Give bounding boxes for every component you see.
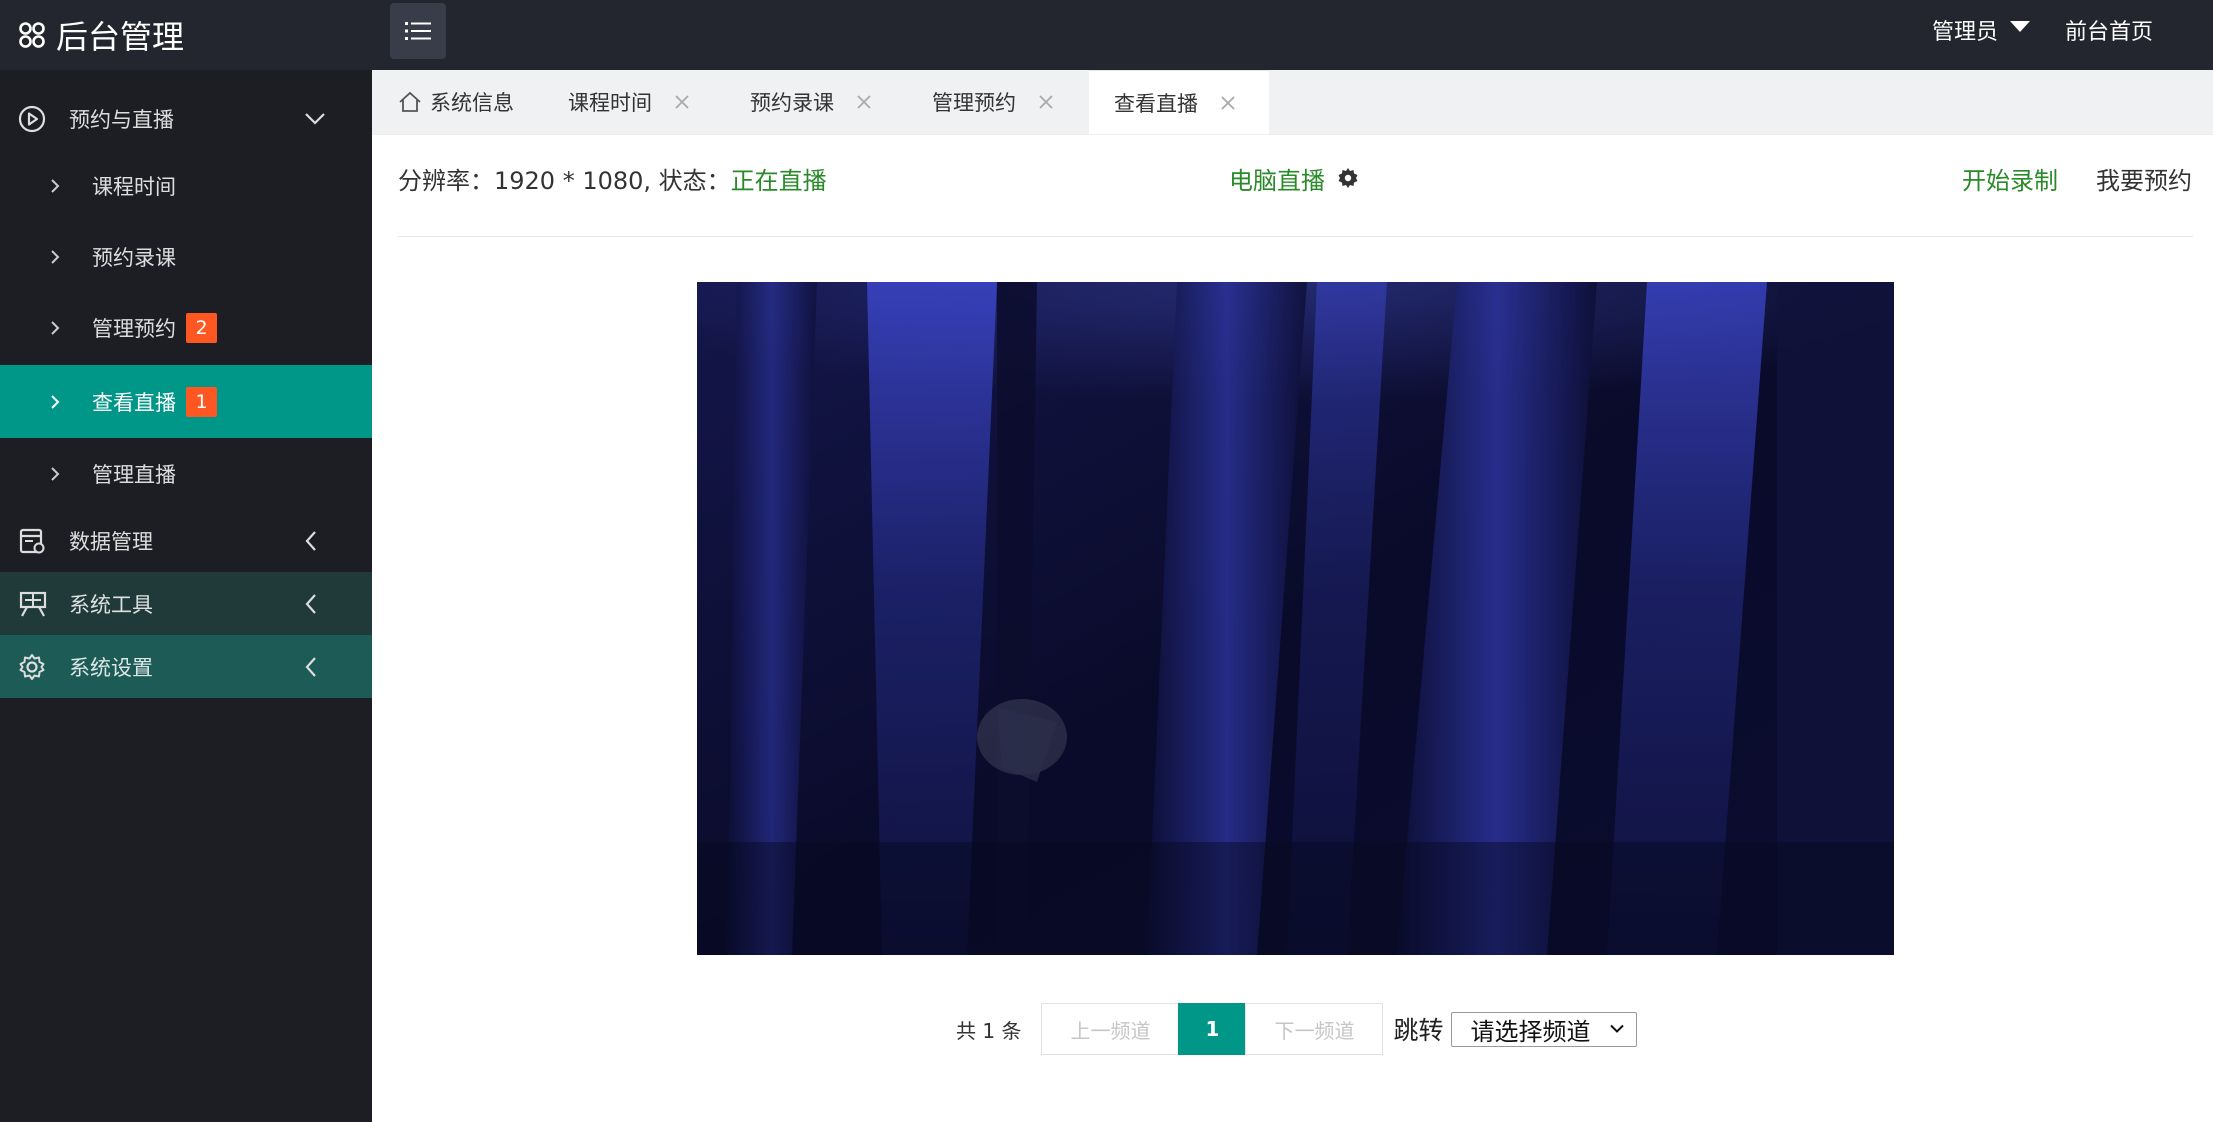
resolution-text: 分辨率：1920 * 1080, 状态： xyxy=(398,166,731,195)
play-circle-icon xyxy=(18,105,46,132)
live-status: 正在直播 xyxy=(730,166,827,195)
pc-live-button[interactable]: 电脑直播 xyxy=(1229,155,1359,201)
sidebar-group-label: 系统设置 xyxy=(69,655,153,680)
sidebar-group-label: 预约与直播 xyxy=(69,107,174,132)
admin-menu[interactable]: 管理员 xyxy=(1932,0,2031,60)
tab-bar: 系统信息 课程时间 预约录课 管理预约 查看直播 xyxy=(372,70,2213,134)
chevron-left-icon xyxy=(305,530,316,551)
chevron-right-icon xyxy=(51,466,60,481)
gear-icon[interactable] xyxy=(1337,167,1359,189)
channel-pager: 共 1 条 上一频道 1 下一频道 跳转 请选择频道 xyxy=(956,1003,1638,1055)
chevron-right-icon xyxy=(51,320,60,335)
divider xyxy=(398,236,2193,237)
sidebar-item-book-record[interactable]: 预约录课 xyxy=(0,221,372,292)
close-icon[interactable] xyxy=(856,94,872,110)
chevron-right-icon xyxy=(51,249,60,264)
chevron-down-icon xyxy=(1610,1024,1625,1033)
tab-divider xyxy=(372,134,2213,135)
app-logo[interactable]: 后台管理 xyxy=(18,0,184,70)
top-header: 后台管理 管理员 前台首页 xyxy=(0,0,2213,70)
start-record-button[interactable]: 开始录制 xyxy=(1962,155,2058,201)
prev-channel-label: 上一频道 xyxy=(1070,1018,1151,1043)
chevron-left-icon xyxy=(305,656,316,677)
sidebar-item-label: 预约录课 xyxy=(92,245,176,270)
total-count: 共 1 条 xyxy=(956,1018,1022,1043)
sidebar-item-manage-live[interactable]: 管理直播 xyxy=(0,438,372,509)
sidebar-item-label: 课程时间 xyxy=(92,174,176,199)
tab-label: 查看直播 xyxy=(1114,91,1198,116)
tab-system-info[interactable]: 系统信息 xyxy=(398,70,514,134)
frontend-home-link[interactable]: 前台首页 xyxy=(2065,0,2153,60)
count-badge: 2 xyxy=(186,312,217,343)
sidebar-group-tools[interactable]: 系统工具 xyxy=(0,572,372,635)
chevron-right-icon xyxy=(51,178,60,193)
sidebar-item-label: 查看直播 xyxy=(92,390,176,415)
live-video-player[interactable] xyxy=(697,282,1894,955)
pc-live-label: 电脑直播 xyxy=(1229,166,1325,195)
gear-icon xyxy=(19,653,45,680)
home-icon xyxy=(399,91,421,112)
prev-channel-button[interactable]: 上一频道 xyxy=(1041,1003,1180,1055)
app-title: 后台管理 xyxy=(56,18,185,56)
list-icon xyxy=(405,22,431,40)
caret-down-icon xyxy=(2010,20,2031,32)
close-icon[interactable] xyxy=(674,94,690,110)
channel-select-value: 请选择频道 xyxy=(1470,1017,1591,1046)
admin-label: 管理员 xyxy=(1932,20,1999,45)
tab-label: 系统信息 xyxy=(430,91,514,115)
tab-label: 管理预约 xyxy=(932,91,1016,115)
data-icon xyxy=(19,528,45,553)
close-icon[interactable] xyxy=(1038,94,1054,110)
next-channel-label: 下一频道 xyxy=(1274,1018,1355,1043)
start-record-label: 开始录制 xyxy=(1962,166,2058,195)
book-label: 我要预约 xyxy=(2096,166,2192,195)
sidebar-group-settings[interactable]: 系统设置 xyxy=(0,635,372,698)
logo-icon xyxy=(19,22,45,48)
sidebar-group-label: 数据管理 xyxy=(69,529,153,554)
live-status-bar: 分辨率：1920 * 1080, 状态： 正在直播 xyxy=(398,155,827,201)
tab-view-live[interactable]: 查看直播 xyxy=(1089,70,1269,134)
chevron-left-icon xyxy=(305,593,316,614)
sidebar: 预约与直播 课程时间 预约录课 管理预约 2 查看直播 1 管理直播 数据管理 xyxy=(0,70,372,1122)
sidebar-item-label: 管理预约 xyxy=(92,316,176,341)
sidebar-item-course-time[interactable]: 课程时间 xyxy=(0,150,372,221)
tab-label: 预约录课 xyxy=(750,91,834,115)
sidebar-item-view-live[interactable]: 查看直播 1 xyxy=(0,365,372,438)
tab-book-record[interactable]: 预约录课 xyxy=(750,70,872,134)
sidebar-group-label: 系统工具 xyxy=(69,592,153,617)
frontend-home-label: 前台首页 xyxy=(2065,20,2154,45)
tab-course-time[interactable]: 课程时间 xyxy=(568,70,690,134)
next-channel-button[interactable]: 下一频道 xyxy=(1245,1003,1384,1055)
sidebar-group-live[interactable]: 预约与直播 xyxy=(0,87,372,150)
menu-toggle-button[interactable] xyxy=(390,3,446,59)
chevron-right-icon xyxy=(51,394,60,409)
sidebar-item-manage-booking[interactable]: 管理预约 2 xyxy=(0,292,372,363)
close-icon[interactable] xyxy=(1220,95,1236,111)
tab-manage-booking[interactable]: 管理预约 xyxy=(932,70,1054,134)
tools-icon xyxy=(19,591,47,617)
sidebar-group-data[interactable]: 数据管理 xyxy=(0,509,372,572)
jump-label: 跳转 xyxy=(1393,1016,1444,1045)
count-badge: 1 xyxy=(186,386,217,417)
channel-select[interactable]: 请选择频道 xyxy=(1451,1011,1638,1047)
live-video-frame xyxy=(697,282,1894,955)
chevron-down-icon xyxy=(305,112,325,125)
sidebar-item-label: 管理直播 xyxy=(92,462,176,487)
current-page-button[interactable]: 1 xyxy=(1178,1003,1247,1055)
current-page-label: 1 xyxy=(1205,1017,1220,1041)
book-button[interactable]: 我要预约 xyxy=(2096,155,2192,201)
tab-label: 课程时间 xyxy=(568,91,652,115)
